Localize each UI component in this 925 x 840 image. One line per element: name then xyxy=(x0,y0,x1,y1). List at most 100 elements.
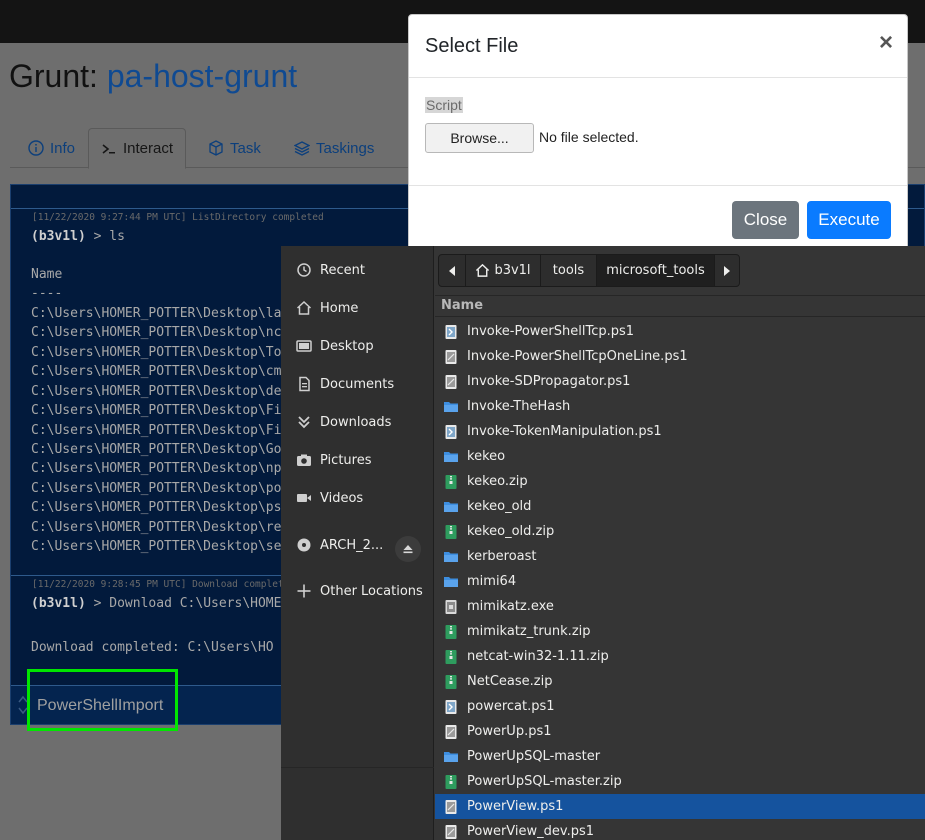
place-desktop[interactable]: Desktop xyxy=(281,329,434,363)
place-documents[interactable]: Documents xyxy=(281,367,434,401)
modal-close-icon[interactable]: × xyxy=(879,29,893,57)
tab-info[interactable]: Info xyxy=(16,128,87,168)
file-name: kekeo_old xyxy=(467,499,532,514)
script-file-icon xyxy=(445,324,457,339)
place-downloads[interactable]: Downloads xyxy=(281,405,434,439)
file-name: kekeo_old.zip xyxy=(467,524,555,539)
file-row[interactable]: Invoke-TokenManipulation.ps1 xyxy=(435,419,925,444)
file-row[interactable]: kekeo_old xyxy=(435,494,925,519)
text-file-icon xyxy=(445,724,457,739)
file-row[interactable]: mimikatz.exe xyxy=(435,594,925,619)
prompt-command: > Download C:\Users\HOMER_ xyxy=(85,596,298,611)
file-row[interactable]: powercat.ps1 xyxy=(435,694,925,719)
tab-taskings[interactable]: Taskings xyxy=(282,128,386,168)
file-row[interactable]: PowerUp.ps1 xyxy=(435,719,925,744)
file-name: NetCease.zip xyxy=(467,674,553,689)
page-title: Grunt: pa-host-grunt xyxy=(9,58,297,95)
terminal-line: C:\Users\HOMER_POTTER\Desktop\pss xyxy=(31,500,290,515)
terminal-line: C:\Users\HOMER_POTTER\Desktop\nc xyxy=(31,325,282,340)
terminal-line: C:\Users\HOMER_POTTER\Desktop\Fir xyxy=(31,423,290,438)
layers-icon xyxy=(294,141,310,156)
column-name: Name xyxy=(31,267,63,282)
place-label: Pictures xyxy=(320,452,372,468)
home-icon xyxy=(476,263,490,277)
modal-divider xyxy=(409,185,907,186)
file-row[interactable]: Invoke-PowerShellTcpOneLine.ps1 xyxy=(435,344,925,369)
file-row[interactable]: kerberoast xyxy=(435,544,925,569)
file-row[interactable]: NetCease.zip xyxy=(435,669,925,694)
home-icon xyxy=(296,300,312,316)
plus-icon xyxy=(296,583,312,599)
close-button[interactable]: Close xyxy=(732,201,799,239)
prompt-user: (b3v1l) xyxy=(31,596,86,611)
select-file-modal: Select File × Script Browse... No file s… xyxy=(408,14,908,254)
execute-button[interactable]: Execute xyxy=(807,201,891,239)
disc-icon xyxy=(296,537,312,553)
terminal-line: C:\Users\HOMER_POTTER\Desktop\Too xyxy=(31,345,290,360)
text-file-icon xyxy=(445,799,457,814)
file-row[interactable]: PowerUpSQL-master.zip xyxy=(435,769,925,794)
folder-icon xyxy=(444,751,458,762)
path-crumb-home[interactable]: b3v1l xyxy=(465,254,541,287)
file-chooser-dialog: Recent Home Desktop Documents Downloads … xyxy=(281,246,925,840)
script-file-icon xyxy=(445,699,457,714)
path-scroll-left-icon[interactable] xyxy=(438,254,466,287)
file-list[interactable]: Invoke-PowerShellTcp.ps1 Invoke-PowerShel… xyxy=(435,319,925,840)
path-scroll-right-icon[interactable] xyxy=(714,254,740,287)
place-videos[interactable]: Videos xyxy=(281,481,434,515)
file-name: Invoke-PowerShellTcpOneLine.ps1 xyxy=(467,349,688,364)
tab-info-label: Info xyxy=(50,139,76,157)
file-status: No file selected. xyxy=(539,129,639,145)
terminal-line: C:\Users\HOMER_POTTER\Desktop\Fir xyxy=(31,403,290,418)
tab-taskings-label: Taskings xyxy=(316,139,375,157)
terminal-icon xyxy=(102,143,115,154)
file-row-selected[interactable]: PowerView.ps1 xyxy=(435,794,925,819)
archive-icon xyxy=(445,624,457,639)
file-row[interactable]: netcat-win32-1.11.zip xyxy=(435,644,925,669)
folder-icon xyxy=(444,501,458,512)
file-row[interactable]: mimikatz_trunk.zip xyxy=(435,619,925,644)
file-name: kerberoast xyxy=(467,549,537,564)
file-row[interactable]: kekeo.zip xyxy=(435,469,925,494)
browse-button[interactable]: Browse... xyxy=(425,123,534,153)
place-label: Home xyxy=(320,300,359,316)
folder-icon xyxy=(444,576,458,587)
file-name: kekeo.zip xyxy=(467,474,528,489)
tab-interact[interactable]: Interact xyxy=(88,128,187,169)
file-row[interactable]: PowerUpSQL-master xyxy=(435,744,925,769)
eject-icon[interactable] xyxy=(395,536,421,562)
file-name: Invoke-PowerShellTcp.ps1 xyxy=(467,324,635,339)
prompt-command: > ls xyxy=(85,229,125,244)
file-row[interactable]: Invoke-SDPropagator.ps1 xyxy=(435,369,925,394)
column-header-label: Name xyxy=(441,298,484,313)
file-row[interactable]: kekeo xyxy=(435,444,925,469)
path-crumb-label: tools xyxy=(552,263,585,278)
terminal-line: C:\Users\HOMER_POTTER\Desktop\pow xyxy=(31,481,290,496)
tab-task[interactable]: Task xyxy=(196,128,273,168)
task-header: [11/22/2020 9:28:45 PM UTC] Download com… xyxy=(32,579,284,590)
prompt-user: (b3v1l) xyxy=(31,229,86,244)
script-label: Script xyxy=(425,97,463,113)
file-row[interactable]: mimi64 xyxy=(435,569,925,594)
place-recent[interactable]: Recent xyxy=(281,253,434,287)
path-crumb-microsoft-tools[interactable]: microsoft_tools xyxy=(596,254,715,287)
file-row[interactable]: Invoke-TheHash xyxy=(435,394,925,419)
place-other-locations[interactable]: Other Locations xyxy=(281,574,434,608)
path-crumb-tools[interactable]: tools xyxy=(540,254,597,287)
path-crumb-label: b3v1l xyxy=(494,263,531,278)
place-label: ARCH_2... xyxy=(320,537,384,553)
file-name: PowerUp.ps1 xyxy=(467,724,552,739)
script-file-icon xyxy=(445,424,457,439)
place-pictures[interactable]: Pictures xyxy=(281,443,434,477)
text-file-icon xyxy=(445,349,457,364)
file-row[interactable]: Invoke-PowerShellTcp.ps1 xyxy=(435,319,925,344)
place-arch-volume[interactable]: ARCH_2... xyxy=(281,528,434,562)
file-row[interactable]: PowerView_dev.ps1 xyxy=(435,819,925,840)
archive-icon xyxy=(445,649,457,664)
file-name: mimikatz_trunk.zip xyxy=(467,624,591,639)
file-row[interactable]: kekeo_old.zip xyxy=(435,519,925,544)
name-column-header[interactable]: Name xyxy=(435,295,925,317)
place-home[interactable]: Home xyxy=(281,291,434,325)
tab-interact-label: Interact xyxy=(123,140,174,157)
file-name: Invoke-TokenManipulation.ps1 xyxy=(467,424,662,439)
